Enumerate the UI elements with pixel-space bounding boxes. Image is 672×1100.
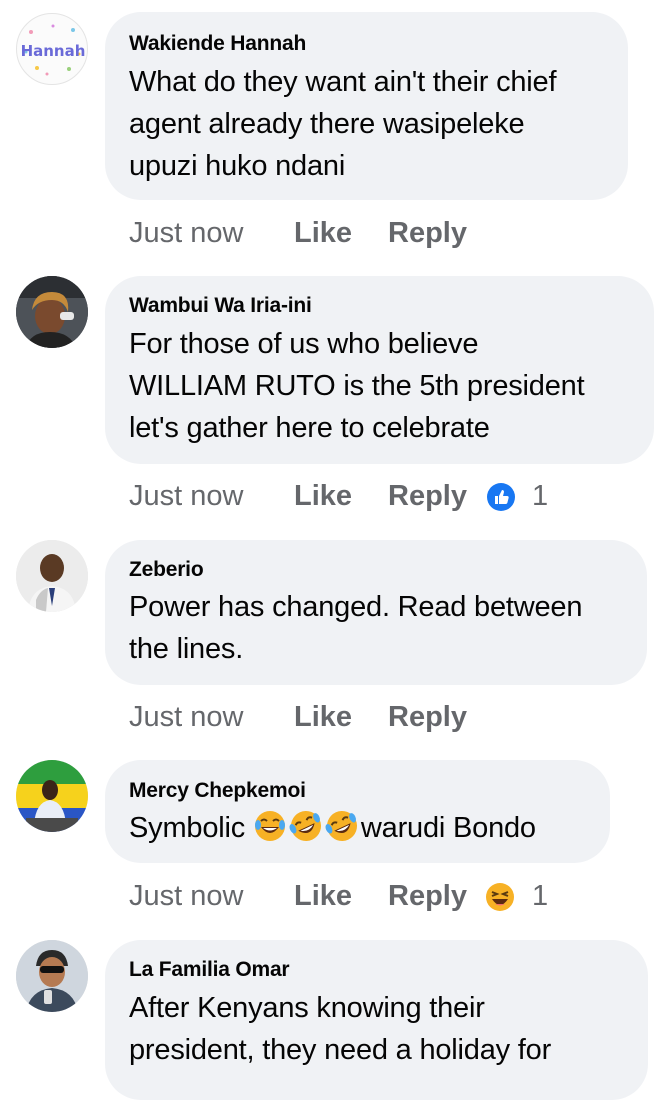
comment-author[interactable]: Mercy Chepkemoi	[129, 779, 306, 803]
comment-text-line: upuzi huko ndani	[129, 150, 346, 182]
reaction-count[interactable]: 1	[532, 876, 548, 916]
comment-actions: Just now Like Reply	[129, 213, 529, 253]
comment-text-line: What do they want ain't their chief	[129, 66, 557, 98]
rofl-emoji	[325, 811, 357, 841]
reaction-count[interactable]: 1	[532, 476, 548, 516]
comment-text-line: let's gather here to celebrate	[129, 412, 490, 444]
avatar[interactable]	[16, 940, 88, 1012]
comment-text-line: For those of us who believe	[129, 328, 479, 360]
comment-actions: Just now Like Reply 1	[129, 876, 569, 916]
reply-button[interactable]: Reply	[388, 213, 467, 253]
avatar-image	[16, 760, 88, 832]
comment-author[interactable]: Wambui Wa Iria-ini	[129, 294, 312, 318]
reply-button[interactable]: Reply	[388, 876, 467, 916]
avatar[interactable]	[16, 276, 88, 348]
comment-bubble: La Familia Omar After Kenyans knowing th…	[105, 940, 648, 1100]
avatar-logo-text: Hannah	[21, 42, 86, 60]
comment-author[interactable]: La Familia Omar	[129, 958, 290, 982]
like-reaction-icon[interactable]	[486, 482, 516, 512]
timestamp: Just now	[129, 880, 244, 912]
avatar[interactable]: Hannah	[16, 13, 88, 85]
like-button[interactable]: Like	[294, 697, 352, 737]
comment-actions: Just now Like Reply	[129, 697, 529, 737]
tears-of-joy-emoji	[254, 811, 285, 841]
comment-text-line: Power has changed. Read between	[129, 591, 583, 623]
comment-actions: Just now Like Reply 1	[129, 476, 569, 516]
comment-bubble: Wakiende Hannah What do they want ain't …	[105, 12, 628, 200]
comment-bubble: Zeberio Power has changed. Read between …	[105, 540, 647, 685]
avatar[interactable]	[16, 760, 88, 832]
comment-text-suffix: warudi Bondo	[360, 812, 536, 844]
timestamp: Just now	[129, 701, 244, 733]
reply-button[interactable]: Reply	[388, 697, 467, 737]
comment-bubble: Wambui Wa Iria-ini For those of us who b…	[105, 276, 654, 464]
like-button[interactable]: Like	[294, 213, 352, 253]
comment-text-prefix: Symbolic	[129, 812, 253, 844]
like-button[interactable]: Like	[294, 876, 352, 916]
rofl-emoji	[289, 811, 321, 841]
avatar-image	[16, 276, 88, 348]
comment-author[interactable]: Wakiende Hannah	[129, 32, 306, 56]
comment-author[interactable]: Zeberio	[129, 558, 204, 582]
avatar-image	[16, 940, 88, 1012]
comment-text-line: agent already there wasipeleke	[129, 108, 525, 140]
comment-bubble: Mercy Chepkemoi Symbolic warudi Bondo	[105, 760, 610, 863]
comment-text-line: Symbolic warudi Bondo	[129, 807, 536, 849]
avatar-image: Hannah	[21, 24, 86, 76]
reply-button[interactable]: Reply	[388, 476, 467, 516]
comment-text-line: After Kenyans knowing their	[129, 992, 485, 1024]
timestamp: Just now	[129, 480, 244, 512]
timestamp: Just now	[129, 217, 244, 249]
avatar[interactable]	[16, 540, 88, 612]
haha-reaction-icon[interactable]	[485, 882, 515, 912]
avatar-image	[16, 540, 88, 612]
like-button[interactable]: Like	[294, 476, 352, 516]
comment-text-line: president, they need a holiday for	[129, 1034, 552, 1066]
comment-text-line: WILLIAM RUTO is the 5th president	[129, 370, 585, 402]
comment-text-line: the lines.	[129, 633, 244, 665]
